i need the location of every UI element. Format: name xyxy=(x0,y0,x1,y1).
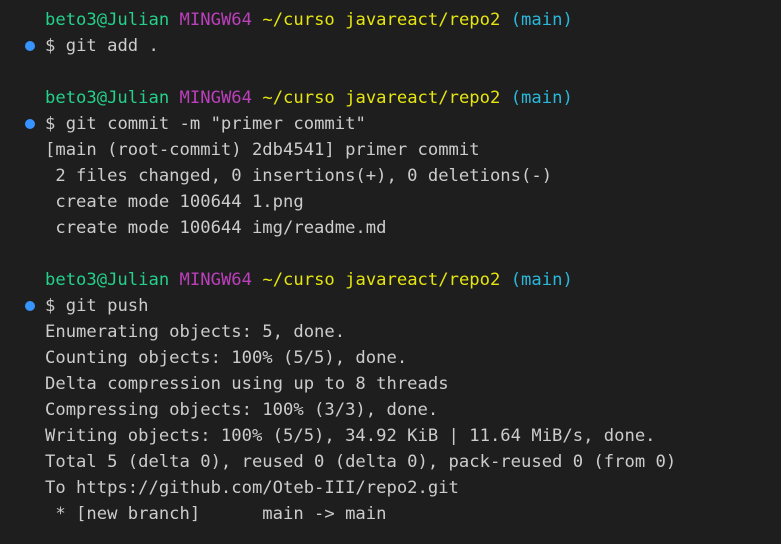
output-line: * [new branch] main -> main xyxy=(45,504,387,524)
output-line: [main (root-commit) 2db4541] primer comm… xyxy=(45,140,480,160)
command-decoration-icon[interactable] xyxy=(25,119,35,129)
prompt-user: beto3@Julian xyxy=(45,10,170,30)
prompt-branch: (main) xyxy=(510,10,573,30)
command-text: git commit -m "primer commit" xyxy=(65,114,366,134)
prompt-path: ~/curso javareact/repo2 xyxy=(262,270,501,290)
output-line-remote-url[interactable]: To https://github.com/Oteb-III/repo2.git xyxy=(0,475,781,501)
prompt-symbol: $ xyxy=(45,114,56,134)
output-line: Delta compression using up to 8 threads xyxy=(45,374,449,394)
command-line: $ git push xyxy=(0,293,781,319)
prompt-branch: (main) xyxy=(510,270,573,290)
output-line: create mode 100644 img/readme.md xyxy=(45,218,387,238)
prompt-host: MINGW64 xyxy=(179,270,252,290)
output-line: Total 5 (delta 0), reused 0 (delta 0), p… xyxy=(45,452,677,472)
prompt-path: ~/curso javareact/repo2 xyxy=(262,10,501,30)
prompt-symbol: $ xyxy=(45,296,56,316)
command-line: $ git add . xyxy=(0,33,781,59)
prompt-user: beto3@Julian xyxy=(45,88,170,108)
command-decoration-icon[interactable] xyxy=(25,41,35,51)
command-text: git push xyxy=(65,296,149,316)
prompt-user: beto3@Julian xyxy=(45,270,170,290)
command-text: git add . xyxy=(65,36,159,56)
command-line: $ git commit -m "primer commit" xyxy=(0,111,781,137)
prompt-line: beto3@Julian MINGW64 ~/curso javareact/r… xyxy=(0,85,781,111)
output-line: Writing objects: 100% (5/5), 34.92 KiB |… xyxy=(45,426,656,446)
terminal-output[interactable]: beto3@Julian MINGW64 ~/curso javareact/r… xyxy=(0,7,781,527)
prompt-path: ~/curso javareact/repo2 xyxy=(262,88,501,108)
prompt-line: beto3@Julian MINGW64 ~/curso javareact/r… xyxy=(0,267,781,293)
output-line: Counting objects: 100% (5/5), done. xyxy=(45,348,408,368)
prompt-host: MINGW64 xyxy=(179,88,252,108)
command-decoration-icon[interactable] xyxy=(25,301,35,311)
output-line: Enumerating objects: 5, done. xyxy=(45,322,346,342)
output-line: create mode 100644 1.png xyxy=(45,192,304,212)
prompt-symbol: $ xyxy=(45,36,56,56)
prompt-line: beto3@Julian MINGW64 ~/curso javareact/r… xyxy=(0,7,781,33)
output-line: Compressing objects: 100% (3/3), done. xyxy=(45,400,439,420)
prompt-branch: (main) xyxy=(510,88,573,108)
prompt-host: MINGW64 xyxy=(179,10,252,30)
output-line: 2 files changed, 0 insertions(+), 0 dele… xyxy=(45,166,553,186)
